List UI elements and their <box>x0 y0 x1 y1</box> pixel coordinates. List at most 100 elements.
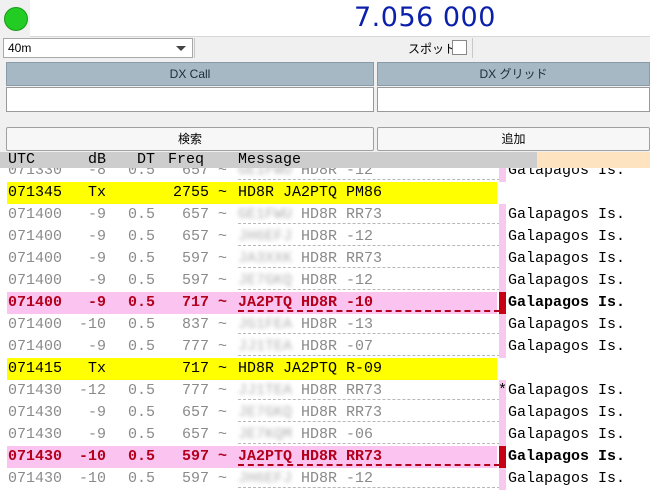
cell-country: Galapagos Is. <box>508 228 626 245</box>
cell-freq: 597 <box>182 448 210 465</box>
table-row[interactable]: 071430 -10 0.5 597 ~ JH6EFJ HD8R -12 Galapagos … <box>0 468 650 490</box>
row-marker <box>499 446 506 468</box>
cell-db: Tx <box>88 184 107 201</box>
top-bar: 7.056 000 <box>0 0 650 37</box>
column-dt: DT <box>137 151 156 168</box>
cell-db: -12 <box>79 382 107 399</box>
dx-call-input[interactable] <box>6 87 374 112</box>
cell-dt: 0.5 <box>128 294 156 311</box>
cell-dt: 0.5 <box>128 338 156 355</box>
cell-message: HD8R RR73 <box>301 250 383 267</box>
cell-dt: 0.5 <box>128 316 156 333</box>
cell-freq: 717 <box>182 360 210 377</box>
table-row[interactable]: 071400 -9 0.5 717 ~ JA2PTQ HD8R -10 Galapagos … <box>0 292 650 314</box>
table-row[interactable]: 071430 -9 0.5 657 ~ JE7KQM HD8R -06 Galapagos I… <box>0 424 650 446</box>
cell-freq: 657 <box>182 404 210 421</box>
band-select-value: 40m <box>8 41 32 55</box>
cell-separator: ~ <box>218 206 228 223</box>
cell-freq: 657 <box>182 426 210 443</box>
column-message: Message <box>238 151 302 168</box>
cell-country: Galapagos Is. <box>508 426 626 443</box>
cell-utc: 071400 <box>8 316 63 333</box>
cell-message: HD8R RR73 <box>301 206 383 223</box>
dx-grid-button[interactable]: DX グリッド <box>377 62 650 86</box>
add-button[interactable]: 追加 <box>377 127 650 151</box>
row-marker <box>499 204 506 226</box>
row-marker <box>499 292 506 314</box>
row-marker <box>499 468 506 490</box>
dx-grid-input[interactable] <box>377 87 650 112</box>
cell-freq: 597 <box>182 272 210 289</box>
cell-utc: 071400 <box>8 338 63 355</box>
spot-label: スポット <box>408 42 457 56</box>
column-header: UTC dB DT Freq Message <box>0 152 650 168</box>
table-row[interactable]: 071415 Tx 717 ~ HD8R JA2PTQ R-09 <box>0 358 650 380</box>
cell-message: HD8R -07 <box>301 338 374 355</box>
spot-checkbox[interactable] <box>452 40 467 55</box>
cell-dt: 0.5 <box>128 228 156 245</box>
table-row[interactable]: 071430 -9 0.5 657 ~ JE7GKQ HD8R RR73 Galapagos … <box>0 402 650 424</box>
cell-db: -9 <box>88 404 107 421</box>
row-marker <box>499 226 506 248</box>
band-select[interactable]: 40m <box>3 38 193 58</box>
table-row[interactable]: 071400 -9 0.5 657 ~ JH6EFJ HD8R -12 Galapagos I… <box>0 226 650 248</box>
cell-country: Galapagos Is. <box>508 338 626 355</box>
divider <box>472 38 473 58</box>
cell-country: Galapagos Is. <box>508 294 626 311</box>
table-row[interactable]: 071430 -10 0.5 597 ~ JA2PTQ HD8R RR73 Galapago… <box>0 446 650 468</box>
cell-db: -9 <box>88 250 107 267</box>
cell-utc: 071400 <box>8 294 63 311</box>
cell-country: Galapagos Is. <box>508 250 626 267</box>
cell-message: JA2PTQ HD8R -10 <box>238 294 374 311</box>
cell-message: JA2PTQ HD8R RR73 <box>238 448 383 465</box>
table-row[interactable]: 071400 -10 0.5 837 ~ JG1FEA HD8R -13 Galapagos … <box>0 314 650 336</box>
frequency-display: 7.056 000 <box>30 0 650 37</box>
table-row[interactable]: 071345 Tx 2755 ~ HD8R JA2PTQ PM86 <box>0 182 650 204</box>
cell-db: -9 <box>88 228 107 245</box>
cell-separator: ~ <box>218 360 228 377</box>
cell-freq: 657 <box>182 206 210 223</box>
cell-utc: 071400 <box>8 272 63 289</box>
cell-dt: 0.5 <box>128 272 156 289</box>
cell-db: -10 <box>79 448 107 465</box>
cell-dt: 0.5 <box>128 448 156 465</box>
cell-message: HD8R -06 <box>301 426 374 443</box>
column-db: dB <box>88 151 107 168</box>
cell-separator: ~ <box>218 228 228 245</box>
cell-separator: ~ <box>218 184 228 201</box>
cell-freq: 777 <box>182 382 210 399</box>
table-row[interactable]: 071400 -9 0.5 657 ~ GE1FWU HD8R RR73 Galapagos … <box>0 204 650 226</box>
row-marker <box>499 248 506 270</box>
table-row[interactable]: 071400 -9 0.5 597 ~ JE7GKQ HD8R -12 Galapagos I… <box>0 270 650 292</box>
cell-message: HD8R RR73 <box>301 382 383 399</box>
cell-separator: ~ <box>218 470 228 487</box>
cell-dt: 0.5 <box>128 426 156 443</box>
table-row[interactable]: 071400 -9 0.5 777 ~ JJ1TEA HD8R -07 Galapagos I… <box>0 336 650 358</box>
table-row[interactable]: 071400 -9 0.5 597 ~ JA3XXK HD8R RR73 Galapagos … <box>0 248 650 270</box>
cell-db: -9 <box>88 426 107 443</box>
cell-utc: 071430 <box>8 470 63 487</box>
cell-db: -9 <box>88 272 107 289</box>
cell-separator: ~ <box>218 294 228 311</box>
cell-db: -10 <box>79 470 107 487</box>
cell-country: Galapagos Is. <box>508 382 626 399</box>
cell-utc: 071430 <box>8 448 63 465</box>
cell-separator: ~ <box>218 426 228 443</box>
cell-dt: 0.5 <box>128 470 156 487</box>
cell-separator: ~ <box>218 404 228 421</box>
column-freq: Freq <box>168 151 205 168</box>
search-button[interactable]: 検索 <box>6 127 374 151</box>
cell-utc: 071430 <box>8 404 63 421</box>
cell-country: Galapagos Is. <box>508 470 626 487</box>
cell-db: -10 <box>79 316 107 333</box>
table-row[interactable]: 071430 -12 0.5 777 ~ JJ1TEA HD8R RR73 * Galapago… <box>0 380 650 402</box>
cell-separator: ~ <box>218 250 228 267</box>
cell-separator: ~ <box>218 448 228 465</box>
row-marker <box>499 314 506 336</box>
cell-country: Galapagos Is. <box>508 316 626 333</box>
cell-country: Galapagos Is. <box>508 272 626 289</box>
cell-message: HD8R -12 <box>301 470 374 487</box>
cell-message: HD8R JA2PTQ R-09 <box>238 360 383 377</box>
dx-call-button[interactable]: DX Call <box>6 62 374 86</box>
decode-list[interactable]: 071330 -8 0.5 657 ~ GE1FWU HD8R -12 Galapagos I… <box>0 160 650 500</box>
